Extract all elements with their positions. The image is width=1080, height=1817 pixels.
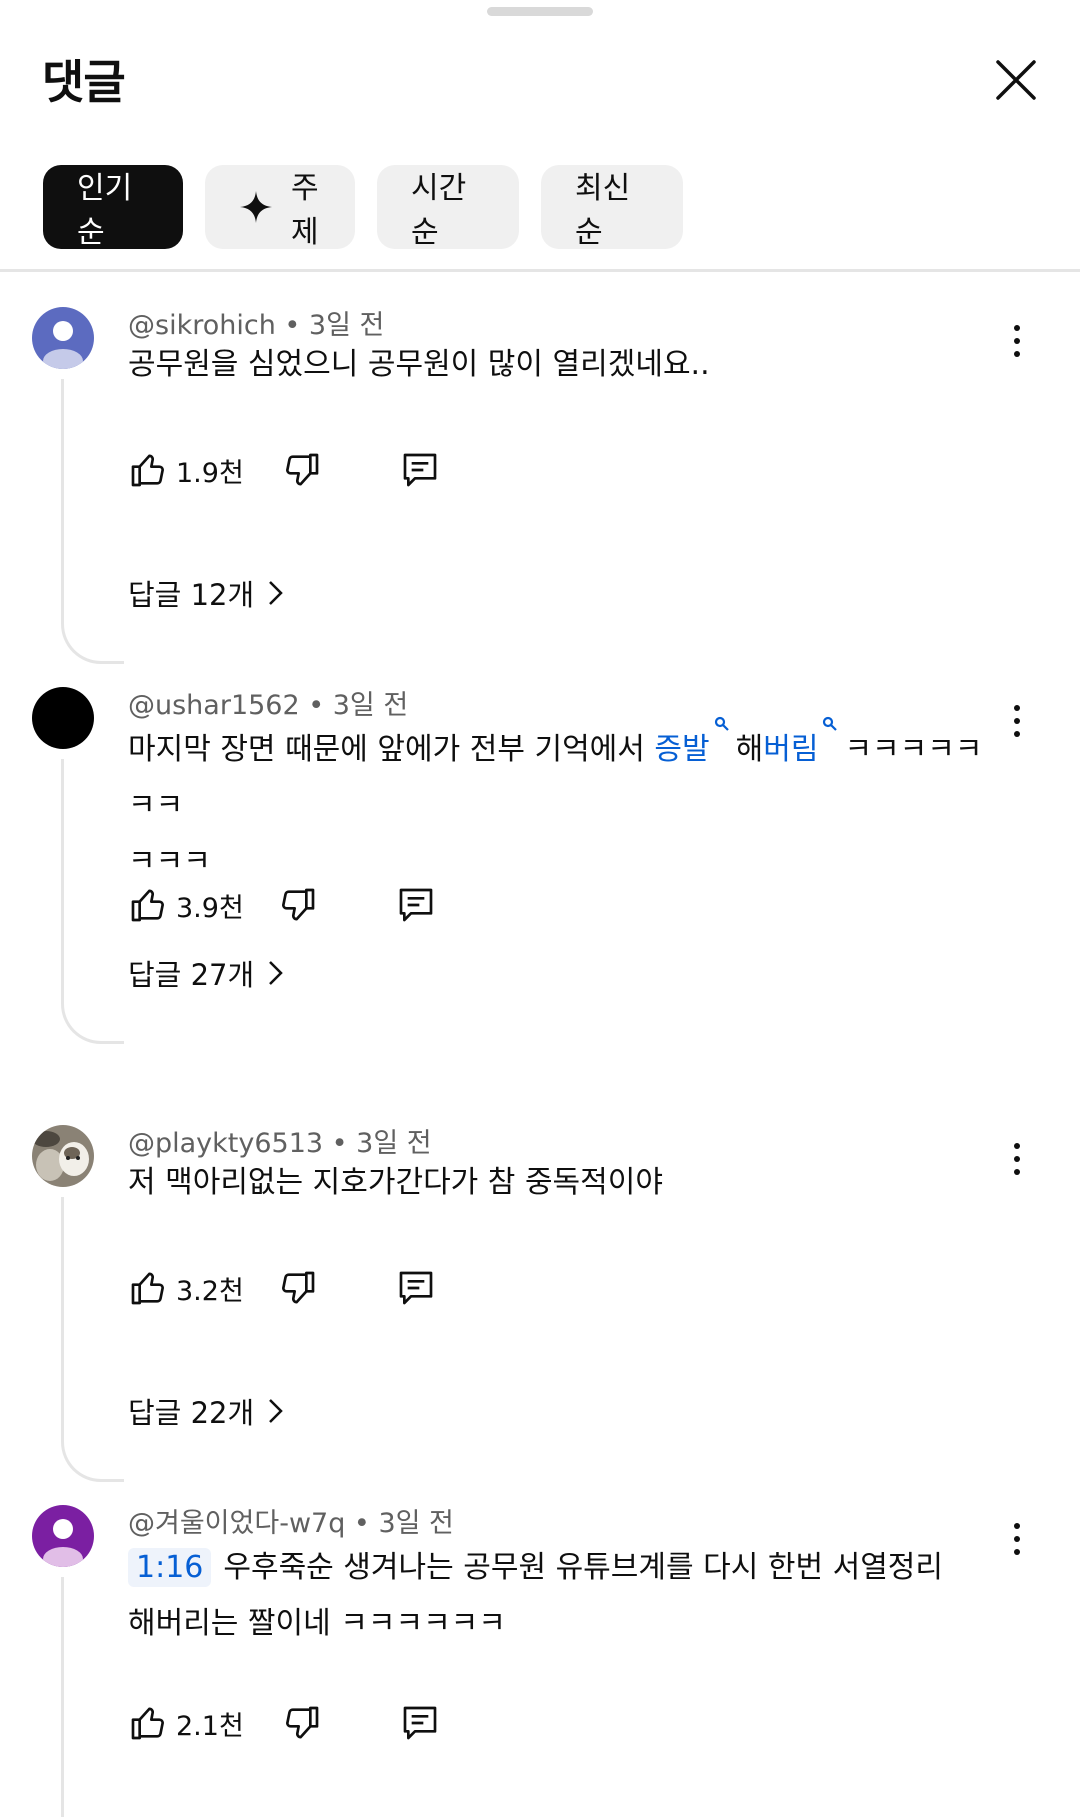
comment-icon xyxy=(399,1271,433,1305)
comment-meta: @겨울이었다-w7q • 3일 전 xyxy=(128,1508,454,1539)
comment-text: 저 맥아리없는 지호가간다가 참 중독적이야 xyxy=(128,1165,663,1200)
thumbs-up-icon xyxy=(131,889,165,922)
chevron-right-icon xyxy=(269,961,283,985)
avatar[interactable] xyxy=(32,1505,94,1567)
view-replies-button[interactable]: 답글 27개 xyxy=(128,952,286,994)
replies-label: 답글 27개 xyxy=(128,958,255,992)
comment-time: 3일 전 xyxy=(332,690,409,721)
thread-line xyxy=(61,1197,124,1482)
thumbs-down-icon xyxy=(281,888,315,921)
text-segment: 우후죽순 생겨나는 공무원 유튜브계를 다시 한번 서열정리 xyxy=(223,1550,943,1585)
search-link[interactable]: 버림 xyxy=(763,732,818,767)
chevron-right-icon xyxy=(269,1399,283,1423)
replies-label: 답글 22개 xyxy=(128,1396,255,1430)
dislike-button[interactable] xyxy=(282,1703,322,1743)
thread-line xyxy=(61,379,124,664)
chip-chronological[interactable]: 시간순 xyxy=(377,165,519,250)
avatar[interactable] xyxy=(32,307,94,369)
comment-actions: 1.9천 xyxy=(128,447,440,493)
text-segment: ㅋㅋㅋ xyxy=(128,844,211,879)
thumbs-down-icon xyxy=(285,1706,319,1739)
text-segment: 해버리는 짤이네 ㅋㅋㅋㅋㅋㅋ xyxy=(128,1606,506,1641)
view-replies-button[interactable]: 답글 22개 xyxy=(128,1390,286,1432)
like-count: 3.2천 xyxy=(176,1275,244,1307)
drag-handle[interactable] xyxy=(487,7,593,16)
comment-actions: 2.1천 xyxy=(128,1700,440,1746)
dislike-button[interactable] xyxy=(278,885,318,925)
dislike-button[interactable] xyxy=(278,1268,318,1308)
thumbs-up-icon xyxy=(131,454,165,487)
like-count: 1.9천 xyxy=(176,457,244,489)
timestamp-link[interactable]: 1:16 xyxy=(128,1548,212,1587)
avatar[interactable] xyxy=(32,687,94,749)
close-button[interactable] xyxy=(992,56,1040,104)
like-count: 2.1천 xyxy=(176,1710,244,1742)
comment-actions: 3.9천 xyxy=(128,882,436,928)
reply-button[interactable] xyxy=(400,1703,440,1743)
like-button[interactable]: 1.9천 xyxy=(128,450,244,490)
reply-button[interactable] xyxy=(400,450,440,490)
reply-button[interactable] xyxy=(396,1268,436,1308)
chip-label: 인기순 xyxy=(77,171,133,250)
chip-newest[interactable]: 최신순 xyxy=(541,165,683,250)
search-icon xyxy=(823,716,838,731)
chip-label: 시간순 xyxy=(411,171,467,250)
page-title: 댓글 xyxy=(42,55,126,109)
comment-actions: 3.2천 xyxy=(128,1265,436,1311)
cat-photo-avatar xyxy=(32,1125,94,1187)
comment-meta: @ushar1562 • 3일 전 xyxy=(128,690,409,721)
chip-popular[interactable]: 인기순 xyxy=(43,165,183,250)
thumbs-up-icon xyxy=(131,1272,165,1305)
avatar[interactable] xyxy=(32,1125,94,1187)
thread-line xyxy=(61,759,124,1044)
thumbs-down-icon xyxy=(281,1271,315,1304)
chip-label: 최신순 xyxy=(575,171,631,250)
replies-label: 답글 12개 xyxy=(128,578,255,612)
comment-text: 마지막 장면 때문에 앞에가 전부 기억에서 증발 해버림 ㅋㅋㅋㅋㅋㅋㅋ ㅋㅋㅋ xyxy=(128,716,1008,890)
header-divider xyxy=(0,269,1080,272)
like-count: 3.9천 xyxy=(176,892,244,924)
like-button[interactable]: 3.2천 xyxy=(128,1268,244,1308)
text-segment: 해 xyxy=(735,732,764,767)
chip-label: 주제 xyxy=(291,171,319,250)
sort-chips: 인기순 주제 시간순 최신순 xyxy=(43,165,683,250)
search-icon xyxy=(714,716,729,731)
comment-icon xyxy=(403,453,437,487)
author-handle[interactable]: @겨울이었다-w7q xyxy=(128,1508,345,1539)
like-button[interactable]: 3.9천 xyxy=(128,885,244,925)
thumbs-down-icon xyxy=(285,453,319,486)
reply-button[interactable] xyxy=(396,885,436,925)
sparkle-icon xyxy=(239,190,273,224)
comment-icon xyxy=(403,1706,437,1740)
close-icon xyxy=(996,60,1036,100)
author-handle[interactable]: @ushar1562 xyxy=(128,690,300,721)
comment-text: 공무원을 심었으니 공무원이 많이 열리겠네요.. xyxy=(128,347,710,382)
comment-icon xyxy=(399,888,433,922)
thumbs-up-icon xyxy=(131,1707,165,1740)
comment-time: 3일 전 xyxy=(378,1508,454,1539)
thread-line xyxy=(61,1577,124,1817)
chevron-right-icon xyxy=(269,581,283,605)
comment-text: 1:16 우후죽순 생겨나는 공무원 유튜브계를 다시 한번 서열정리해버리는 짤… xyxy=(128,1540,1018,1652)
view-replies-button[interactable]: 답글 12개 xyxy=(128,572,286,614)
default-avatar-icon xyxy=(32,307,94,369)
dislike-button[interactable] xyxy=(282,450,322,490)
search-link[interactable]: 증발 xyxy=(654,732,709,767)
chip-topics[interactable]: 주제 xyxy=(205,165,355,250)
default-avatar-icon xyxy=(32,1505,94,1567)
like-button[interactable]: 2.1천 xyxy=(128,1703,244,1743)
text-segment: 마지막 장면 때문에 앞에가 전부 기억에서 xyxy=(128,732,655,767)
